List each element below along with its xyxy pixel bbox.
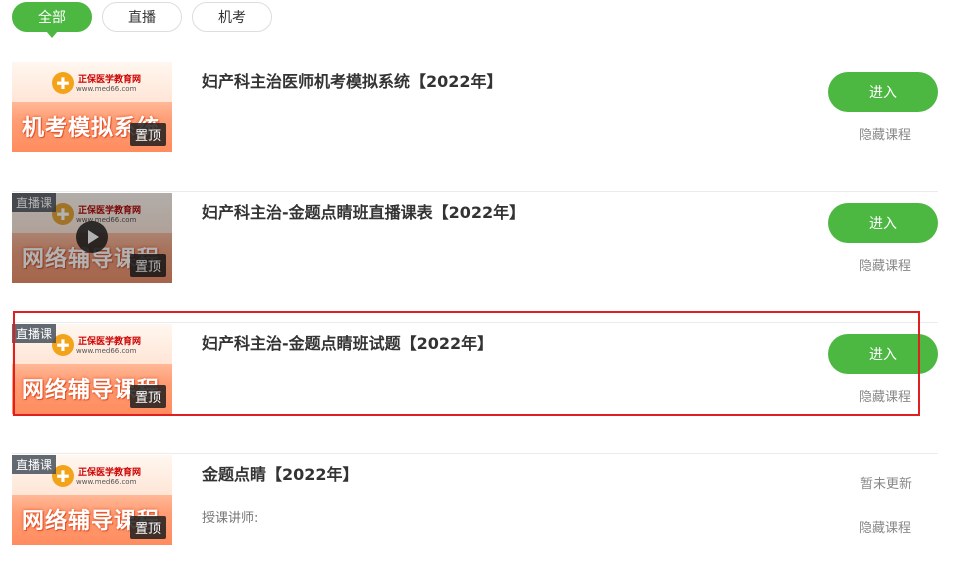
hide-course-link[interactable]: 隐藏课程	[859, 517, 911, 536]
live-badge: 直播课	[12, 193, 57, 212]
course-filter-tabs: 全部 直播 机考	[12, 2, 272, 38]
thumb-brand: 正保医学教育网	[78, 468, 142, 478]
course-title[interactable]: 金题点睛【2022年】	[202, 461, 359, 485]
enter-button[interactable]: 进入	[828, 203, 938, 243]
thumb-url: www.med66.com	[76, 347, 137, 355]
brand-logo-icon: ✚	[52, 72, 74, 94]
update-status: 暂未更新	[859, 477, 912, 492]
live-badge: 直播课	[12, 324, 57, 343]
course-title[interactable]: 妇产科主治-金题点睛班直播课表【2022年】	[202, 199, 525, 223]
thumb-brand: 正保医学教育网	[78, 337, 142, 347]
live-badge: 直播课	[12, 455, 57, 474]
enter-button[interactable]: 进入	[828, 72, 938, 112]
thumb-url: www.med66.com	[76, 85, 137, 93]
tab-exam[interactable]: 机考	[192, 2, 272, 32]
pinned-badge: 置顶	[129, 385, 166, 408]
hide-course-link[interactable]: 隐藏课程	[859, 255, 911, 274]
divider	[12, 191, 938, 192]
pinned-badge: 置顶	[129, 516, 166, 539]
teacher-label: 授课讲师:	[202, 511, 259, 526]
thumb-brand: 正保医学教育网	[78, 75, 142, 85]
divider	[12, 322, 938, 323]
divider	[12, 453, 938, 454]
course-item: ✚ 正保医学教育网 www.med66.com 网络辅导课程 直播课 置顶 妇产…	[12, 193, 938, 323]
hide-course-link[interactable]: 隐藏课程	[859, 386, 911, 405]
course-item: ✚ 正保医学教育网 www.med66.com 网络辅导课程 直播课 置顶 金题…	[12, 455, 938, 585]
course-item: ✚ 正保医学教育网 www.med66.com 网络辅导课程 直播课 置顶 妇产…	[12, 324, 938, 454]
course-thumbnail[interactable]: ✚ 正保医学教育网 www.med66.com 网络辅导课程 直播课 置顶	[12, 324, 172, 414]
course-thumbnail[interactable]: ✚ 正保医学教育网 www.med66.com 机考模拟系统 置顶	[12, 62, 172, 152]
course-thumbnail[interactable]: ✚ 正保医学教育网 www.med66.com 网络辅导课程 直播课 置顶	[12, 455, 172, 545]
enter-button[interactable]: 进入	[828, 334, 938, 374]
thumb-brand: 正保医学教育网	[78, 206, 142, 216]
hide-course-link[interactable]: 隐藏课程	[859, 124, 911, 143]
pinned-badge: 置顶	[129, 254, 166, 277]
course-thumbnail[interactable]: ✚ 正保医学教育网 www.med66.com 网络辅导课程 直播课 置顶	[12, 193, 172, 283]
tab-live[interactable]: 直播	[102, 2, 182, 32]
play-icon[interactable]	[76, 221, 108, 253]
pinned-badge: 置顶	[129, 123, 166, 146]
thumb-url: www.med66.com	[76, 478, 137, 486]
course-item: ✚ 正保医学教育网 www.med66.com 机考模拟系统 置顶 妇产科主治医…	[12, 62, 938, 192]
course-title[interactable]: 妇产科主治医师机考模拟系统【2022年】	[202, 68, 503, 92]
tab-all[interactable]: 全部	[12, 2, 92, 38]
course-title[interactable]: 妇产科主治-金题点睛班试题【2022年】	[202, 330, 493, 354]
